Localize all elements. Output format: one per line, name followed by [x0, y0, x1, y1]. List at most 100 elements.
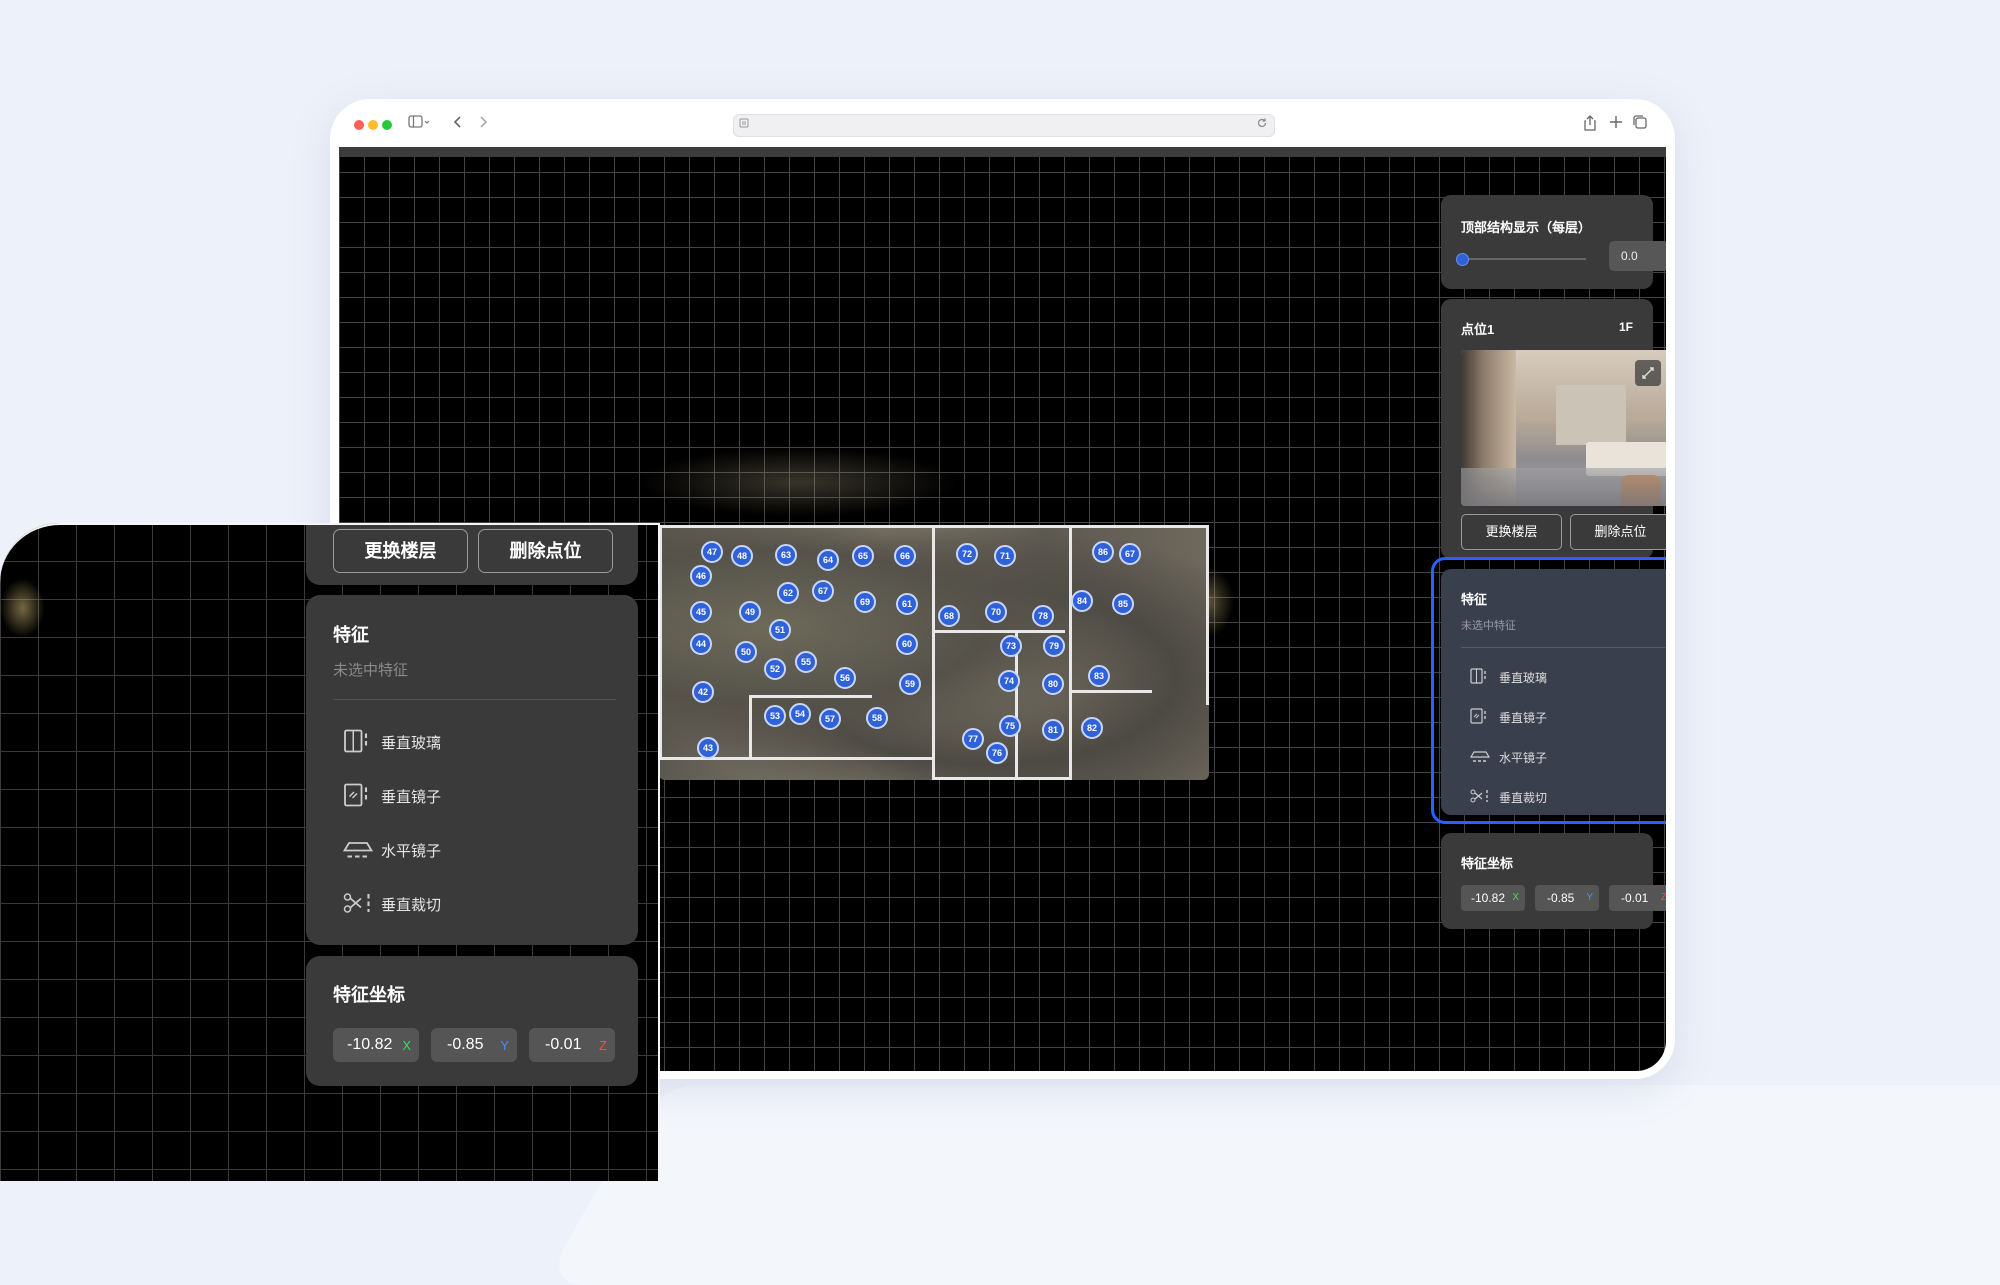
point-marker[interactable]: 43 [697, 737, 719, 759]
feature-item-vertical-mirror[interactable]: 垂直镜子 [1470, 708, 1660, 726]
structure-value: 0.0 [1621, 249, 1638, 263]
point-marker[interactable]: 83 [1088, 665, 1110, 687]
point-marker[interactable]: 86 [1092, 541, 1114, 563]
point-marker[interactable]: 61 [896, 593, 918, 615]
change-floor-button[interactable]: 更换楼层 [1461, 514, 1562, 550]
new-tab-icon[interactable] [1609, 114, 1623, 136]
coord-x-value: -10.82 [347, 1036, 393, 1053]
point-marker[interactable]: 70 [985, 601, 1007, 623]
feature-item-label: 垂直镜子 [1499, 711, 1548, 725]
feature-item-horizontal-mirror[interactable]: 水平镜子 [1470, 748, 1660, 766]
point-marker[interactable]: 85 [1112, 593, 1134, 615]
point-marker[interactable]: 75 [999, 715, 1021, 737]
point-marker[interactable]: 57 [819, 708, 841, 730]
structure-slider-thumb[interactable] [1456, 253, 1469, 266]
point-marker[interactable]: 53 [764, 705, 786, 727]
coord-x-field[interactable]: -10.82 X [1461, 885, 1525, 911]
point-marker[interactable]: 55 [795, 651, 817, 673]
zoom-coord-x-field[interactable]: -10.82 X [333, 1028, 419, 1062]
point-marker[interactable]: 65 [852, 545, 874, 567]
point-marker[interactable]: 58 [866, 707, 888, 729]
point-marker[interactable]: 46 [690, 565, 712, 587]
feature-item-vertical-cut[interactable]: 垂直裁切 [1470, 788, 1660, 806]
coord-x-axis: X [1512, 892, 1519, 903]
close-window-button[interactable] [354, 120, 364, 130]
point-marker[interactable]: 67 [812, 580, 834, 602]
reload-icon[interactable] [1256, 116, 1268, 133]
floor-plan-map[interactable]: 47 48 63 64 65 66 72 71 67 86 46 62 67 6… [659, 525, 1209, 780]
feature-item-vertical-glass[interactable]: 垂直玻璃 [1470, 668, 1660, 686]
feature-item-label: 垂直镜子 [381, 789, 442, 806]
point-marker[interactable]: 76 [986, 742, 1008, 764]
coord-y-field[interactable]: -0.85 Y [1535, 885, 1599, 911]
zoom-feature-item-vertical-cut[interactable]: 垂直裁切 [343, 891, 603, 917]
point-marker[interactable]: 71 [994, 545, 1016, 567]
point-marker[interactable]: 56 [834, 667, 856, 689]
zoom-feature-item-vertical-mirror[interactable]: 垂直镜子 [343, 783, 603, 809]
point-name: 点位1 [1461, 322, 1495, 337]
point-marker[interactable]: 66 [894, 545, 916, 567]
point-marker[interactable]: 73 [1000, 635, 1022, 657]
point-marker[interactable]: 47 [701, 541, 723, 563]
zoom-change-floor-button[interactable]: 更换楼层 [333, 529, 468, 573]
expand-icon[interactable] [1635, 360, 1661, 386]
panorama-thumbnail[interactable] [1461, 350, 1666, 506]
zoom-coords-panel: 特征坐标 -10.82 X -0.85 Y -0.01 Z [306, 956, 638, 1086]
back-arrow-icon[interactable] [452, 114, 464, 136]
point-marker[interactable]: 52 [764, 658, 786, 680]
point-marker[interactable]: 82 [1081, 717, 1103, 739]
zoom-feature-item-horizontal-mirror[interactable]: 水平镜子 [343, 837, 603, 863]
zoom-coord-y-field[interactable]: -0.85 Y [431, 1028, 517, 1062]
vertical-mirror-icon [1470, 708, 1486, 724]
zoom-delete-point-button[interactable]: 删除点位 [478, 529, 613, 573]
zoom-coord-z-field[interactable]: -0.01 Z [529, 1028, 615, 1062]
point-marker[interactable]: 44 [690, 633, 712, 655]
point-marker[interactable]: 45 [690, 601, 712, 623]
wall [752, 695, 872, 698]
point-marker[interactable]: 81 [1042, 719, 1064, 741]
point-marker[interactable]: 49 [739, 601, 761, 623]
point-marker[interactable]: 68 [938, 605, 960, 627]
point-marker[interactable]: 63 [775, 544, 797, 566]
point-marker[interactable]: 79 [1043, 635, 1065, 657]
share-icon[interactable] [1583, 114, 1597, 138]
minimize-window-button[interactable] [368, 120, 378, 130]
coord-z-field[interactable]: -0.01 Z [1609, 885, 1666, 911]
point-marker[interactable]: 60 [896, 633, 918, 655]
point-marker[interactable]: 80 [1042, 673, 1064, 695]
point-marker[interactable]: 64 [817, 549, 839, 571]
structure-slider-track[interactable] [1461, 258, 1586, 260]
zoom-feature-item-vertical-glass[interactable]: 垂直玻璃 [343, 729, 603, 755]
point-marker[interactable]: 50 [735, 641, 757, 663]
point-marker[interactable]: 78 [1032, 605, 1054, 627]
address-bar[interactable] [733, 114, 1275, 137]
point-marker[interactable]: 54 [789, 703, 811, 725]
point-marker[interactable]: 59 [899, 673, 921, 695]
point-marker[interactable]: 84 [1071, 590, 1093, 612]
horizontal-mirror-icon [1470, 751, 1490, 762]
point-marker[interactable]: 42 [692, 681, 714, 703]
vertical-cut-icon [343, 893, 370, 913]
point-marker[interactable]: 69 [854, 591, 876, 613]
divider [333, 699, 616, 700]
coord-y-axis: Y [500, 1038, 509, 1053]
structure-value-input[interactable]: 0.0 [1609, 241, 1666, 271]
browser-titlebar [330, 99, 1675, 147]
sidebar-toggle-icon[interactable] [408, 114, 432, 136]
wall [1206, 525, 1209, 705]
point-marker[interactable]: 48 [731, 545, 753, 567]
coord-y-value: -0.85 [447, 1036, 484, 1053]
feature-item-label: 垂直玻璃 [381, 735, 442, 752]
maximize-window-button[interactable] [382, 120, 392, 130]
point-marker[interactable]: 51 [769, 619, 791, 641]
horizontal-mirror-icon [343, 842, 373, 858]
point-marker[interactable]: 72 [956, 543, 978, 565]
point-marker[interactable]: 67 [1119, 543, 1141, 565]
top-structure-panel: 顶部结构显示（每层） 0.0 [1441, 195, 1666, 289]
point-marker[interactable]: 77 [962, 728, 984, 750]
point-marker[interactable]: 62 [777, 582, 799, 604]
forward-arrow-icon[interactable] [477, 114, 489, 136]
point-marker[interactable]: 74 [998, 670, 1020, 692]
delete-point-button[interactable]: 删除点位 [1570, 514, 1666, 550]
tab-overview-icon[interactable] [1632, 114, 1648, 136]
